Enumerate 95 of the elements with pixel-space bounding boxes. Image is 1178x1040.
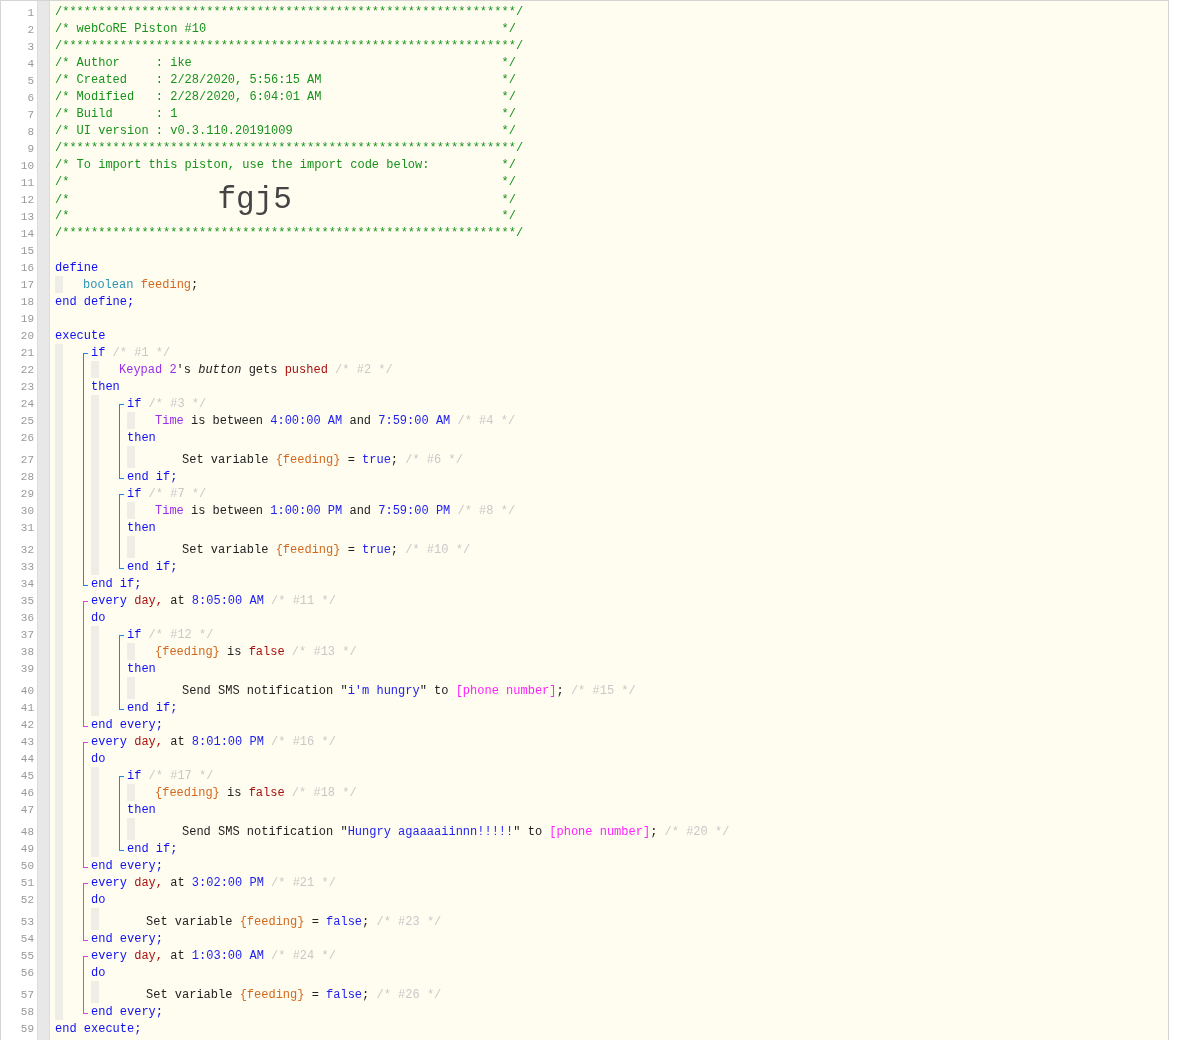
line-number: 4 [27,57,34,72]
code-line: then [127,430,156,446]
line-number: 14 [20,227,34,242]
line-number: 45 [20,769,34,784]
comment-line: /* Author : ike */ [55,55,516,72]
comment-line: /***************************************************************/ [55,225,524,242]
line-number: 54 [20,932,34,947]
line-number: 24 [20,397,34,412]
code-line: end every; [91,1004,163,1020]
line-number: 55 [20,949,34,964]
comment-line: /* To import this piston, use the import code below: */ [55,157,516,174]
line-number: 16 [20,261,34,276]
code-line: then [91,379,120,395]
line-number: 13 [20,210,34,225]
line-number: 30 [20,504,34,519]
line-number: 34 [20,577,34,592]
line-number: 1 [27,6,34,21]
line-number: 3 [27,40,34,55]
code-line: do [91,610,106,626]
line-number: 19 [20,312,34,327]
comment-line: /***************************************************************/ [55,4,524,21]
line-number: 35 [20,594,34,609]
line-number: 31 [20,521,34,536]
line-number: 27 [20,453,34,468]
code-line: end if; [91,576,142,592]
line-number: 7 [27,108,34,123]
line-number: 15 [20,244,34,259]
code-line: do [91,751,106,767]
code-line: end execute; [55,1021,142,1037]
code-line: end if; [127,841,178,857]
line-number: 9 [27,142,34,157]
comment-line: /* webCoRE Piston #10 */ [55,21,516,38]
line-number: 2 [27,23,34,38]
line-number: 39 [20,662,34,677]
code-line: end if; [127,559,178,575]
line-number: 18 [20,295,34,310]
code-line: do [91,965,106,981]
code-line: boolean feeding; [83,277,199,293]
line-number: 59 [20,1022,34,1037]
line-number: 25 [20,414,34,429]
line-number: 8 [27,125,34,140]
code-line: then [127,520,156,536]
line-number: 40 [20,684,34,699]
line-number: 22 [20,363,34,378]
code-line: execute [55,328,106,344]
line-number: 12 [20,193,34,208]
line-number: 42 [20,718,34,733]
line-number: 10 [20,159,34,174]
line-number: 17 [20,278,34,293]
comment-line: /* Created : 2/28/2020, 5:56:15 AM */ [55,72,516,89]
line-number: 52 [20,893,34,908]
line-number: 32 [20,543,34,558]
code-line: end every; [91,931,163,947]
line-number: 43 [20,735,34,750]
line-number: 56 [20,966,34,981]
code-line: do [91,892,106,908]
line-number: 23 [20,380,34,395]
comment-line: /***************************************************************/ [55,38,524,55]
comment-line: /***************************************************************/ [55,140,524,157]
code-line: end every; [91,858,163,874]
line-number: 29 [20,487,34,502]
line-number: 53 [20,915,34,930]
line-number: 28 [20,470,34,485]
comment-line: /* Modified : 2/28/2020, 6:04:01 AM */ [55,89,516,106]
code-line: end if; [127,700,178,716]
line-number: 49 [20,842,34,857]
code-line: end every; [91,717,163,733]
line-number: 26 [20,431,34,446]
line-number: 38 [20,645,34,660]
line-number: 6 [27,91,34,106]
line-number: 36 [20,611,34,626]
line-number: 5 [27,74,34,89]
line-number: 21 [20,346,34,361]
line-number: 20 [20,329,34,344]
line-number: 47 [20,803,34,818]
code-line: end if; [127,469,178,485]
line-number: 33 [20,560,34,575]
line-number: 50 [20,859,34,874]
line-number: 51 [20,876,34,891]
comment-mark: /* [55,191,70,208]
line-number: 44 [20,752,34,767]
line-number: 57 [20,988,34,1003]
line-number: 46 [20,786,34,801]
comment-line: /* Build : 1 */ [55,106,516,123]
code-line: end define; [55,294,135,310]
line-number: 48 [20,825,34,840]
line-number: 37 [20,628,34,643]
line-number: 41 [20,701,34,716]
line-number: 58 [20,1005,34,1020]
line-number: 11 [20,176,34,191]
code-line: then [127,802,156,818]
code-line: define [55,260,99,276]
comment-mark: */ [501,191,516,208]
code-line: then [127,661,156,677]
comment-line: /* UI version : v0.3.110.20191009 */ [55,123,516,140]
